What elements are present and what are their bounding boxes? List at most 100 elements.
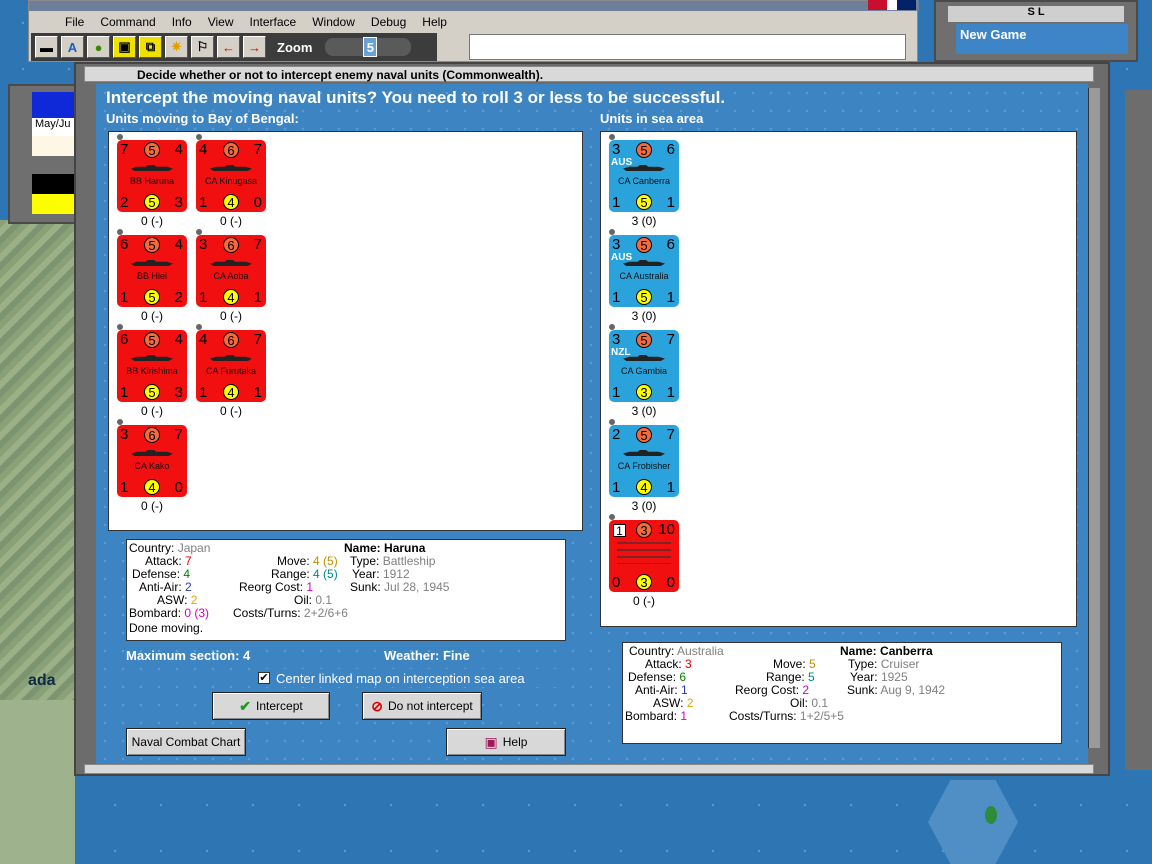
dialog-title: Decide whether or not to intercept enemy…	[137, 68, 544, 82]
help-button[interactable]: ▣ Help	[446, 728, 566, 756]
unit-icon[interactable]: ▬	[35, 36, 58, 58]
counter-move: 4	[174, 236, 183, 253]
menu-help[interactable]: Help	[414, 15, 455, 29]
counter-range: 4	[223, 384, 239, 400]
flag-icon[interactable]: ⚐	[191, 36, 214, 58]
counter-asw: 1	[666, 289, 675, 306]
center-map-checkbox[interactable]: ✔	[258, 672, 270, 684]
menu-view[interactable]: View	[200, 15, 242, 29]
info-attack: 7	[185, 554, 192, 568]
menu-bar: File Command Info View Interface Window …	[29, 12, 455, 32]
counter-defense: 6	[223, 332, 239, 348]
counter-face[interactable]: 4 6 7 1 4 1 CA Furutaka	[196, 330, 266, 402]
dialog-scrollbar[interactable]	[1088, 88, 1100, 748]
menu-interface[interactable]: Interface	[242, 15, 305, 29]
counter-face[interactable]: 3 5 7 1 3 1 CA Gambia NZL	[609, 330, 679, 402]
counter-name: BB Hiei	[136, 271, 167, 281]
counter-status: 0 (-)	[633, 594, 655, 608]
unit-counter[interactable]: 2 5 7 1 4 1 CA Frobisher 3 (0)	[609, 419, 683, 513]
unit-counter[interactable]: 4 6 7 1 4 1 CA Furutaka 0 (-)	[196, 324, 270, 418]
info-label: Type:	[350, 554, 380, 568]
date-label: May/Ju	[32, 118, 76, 136]
counter-face[interactable]: 1 3 10 0 3 0	[609, 520, 679, 592]
unit-counter[interactable]: 7 5 4 2 5 3 BB Haruna 0 (-)	[117, 134, 191, 228]
arrow-left-icon[interactable]: ←	[217, 36, 240, 58]
naval-combat-chart-label: Naval Combat Chart	[131, 735, 241, 749]
moving-unit-info: Country: Japan Attack: 7 Defense: 4 Anti…	[126, 539, 566, 641]
unit-counter[interactable]: 3 6 7 1 4 0 CA Kako 0 (-)	[117, 419, 191, 513]
do-not-intercept-button[interactable]: ⊘ Do not intercept	[362, 692, 482, 720]
counter-aa: 1	[612, 479, 621, 496]
unit-counter[interactable]: 3 5 6 1 5 1 CA Canberra AUS 3 (0)	[609, 134, 683, 228]
zoom-slider[interactable]: 5	[325, 37, 412, 57]
counter-name: CA Kako	[134, 461, 170, 471]
frame-icon[interactable]: ▣	[113, 36, 136, 58]
counter-face[interactable]: 2 5 7 1 4 1 CA Frobisher	[609, 425, 679, 497]
unit-counter[interactable]: 3 6 7 1 4 1 CA Aoba 0 (-)	[196, 229, 270, 323]
counter-move: 6	[666, 141, 675, 158]
counter-defense: 5	[144, 332, 160, 348]
counter-move: 7	[174, 426, 183, 443]
counter-aa: 1	[120, 479, 129, 496]
counter-face[interactable]: 3 6 7 1 4 1 CA Aoba	[196, 235, 266, 307]
counter-defense: 5	[636, 142, 652, 158]
info-year: 1912	[382, 567, 410, 581]
hex-icon[interactable]: ●	[87, 36, 110, 58]
left-panel: May/Ju	[8, 84, 76, 224]
counter-attack: 7	[120, 141, 129, 158]
select-icon[interactable]: ⧉	[139, 36, 162, 58]
menu-command[interactable]: Command	[92, 15, 163, 29]
info-type: Battleship	[382, 554, 436, 568]
unit-counter[interactable]: 3 5 6 1 5 1 CA Australia AUS 3 (0)	[609, 229, 683, 323]
counter-face[interactable]: 7 5 4 2 5 3 BB Haruna	[117, 140, 187, 212]
counter-defense: 3	[636, 522, 652, 538]
zoom-knob[interactable]: 5	[363, 37, 378, 57]
unit-counter[interactable]: 4 6 7 1 4 0 CA Kinugasa 0 (-)	[196, 134, 270, 228]
counter-face[interactable]: 4 6 7 1 4 0 CA Kinugasa	[196, 140, 266, 212]
info-label: Name:	[344, 541, 381, 555]
info-label: Sunk:	[350, 580, 381, 594]
menu-info[interactable]: Info	[164, 15, 200, 29]
counter-aa: 1	[612, 194, 621, 211]
unit-counter[interactable]: 3 5 7 1 3 1 CA Gambia NZL 3 (0)	[609, 324, 683, 418]
counter-asw: 0	[174, 479, 183, 496]
counter-face[interactable]: 3 5 6 1 5 1 CA Canberra AUS	[609, 140, 679, 212]
info-label: Anti-Air:	[635, 683, 678, 697]
info-label: Oil:	[790, 696, 808, 710]
counter-aa: 1	[199, 384, 208, 401]
counter-face[interactable]: 3 5 6 1 5 1 CA Australia AUS	[609, 235, 679, 307]
ship-icon	[131, 165, 173, 171]
menu-debug[interactable]: Debug	[363, 15, 414, 29]
info-oil: 0.1	[811, 696, 829, 710]
dialog-title-bar[interactable]: Decide whether or not to intercept enemy…	[84, 66, 1094, 82]
turn-color-blue	[32, 92, 76, 118]
counter-face[interactable]: 6 5 4 1 5 2 BB Hiei	[117, 235, 187, 307]
counter-face[interactable]: 6 5 4 1 5 3 BB Kirishima	[117, 330, 187, 402]
counter-name: BB Haruna	[129, 176, 175, 186]
map-land-south	[0, 700, 75, 864]
arrow-right-icon[interactable]: →	[243, 36, 266, 58]
info-label: Costs/Turns:	[729, 709, 797, 723]
max-section: Maximum section: 4	[126, 648, 251, 663]
counter-asw: 1	[666, 479, 675, 496]
unit-counter[interactable]: 1 3 10 0 3 0 0 (-)	[609, 514, 683, 608]
unit-counter[interactable]: 6 5 4 1 5 3 BB Kirishima 0 (-)	[117, 324, 191, 418]
center-map-option[interactable]: ✔ Center linked map on interception sea …	[258, 669, 568, 687]
menu-window[interactable]: Window	[304, 15, 363, 29]
star-icon[interactable]: ✷	[165, 36, 188, 58]
sl-body[interactable]: New Game	[956, 24, 1128, 54]
info-defense: 4	[183, 567, 191, 581]
counter-defense: 5	[636, 332, 652, 348]
naval-combat-chart-button[interactable]: Naval Combat Chart	[126, 728, 246, 756]
counter-move: 7	[253, 331, 262, 348]
counter-status: 3 (0)	[631, 404, 657, 418]
menu-file[interactable]: File	[57, 15, 92, 29]
text-icon[interactable]: A	[61, 36, 84, 58]
counter-range: 3	[636, 384, 652, 400]
info-footer: Done moving.	[129, 621, 204, 635]
unit-counter[interactable]: 6 5 4 1 5 2 BB Hiei 0 (-)	[117, 229, 191, 323]
info-defense: 6	[679, 670, 687, 684]
counter-face[interactable]: 3 6 7 1 4 0 CA Kako	[117, 425, 187, 497]
intercept-button[interactable]: ✔ Intercept	[212, 692, 330, 720]
info-label: Defense:	[132, 567, 181, 581]
